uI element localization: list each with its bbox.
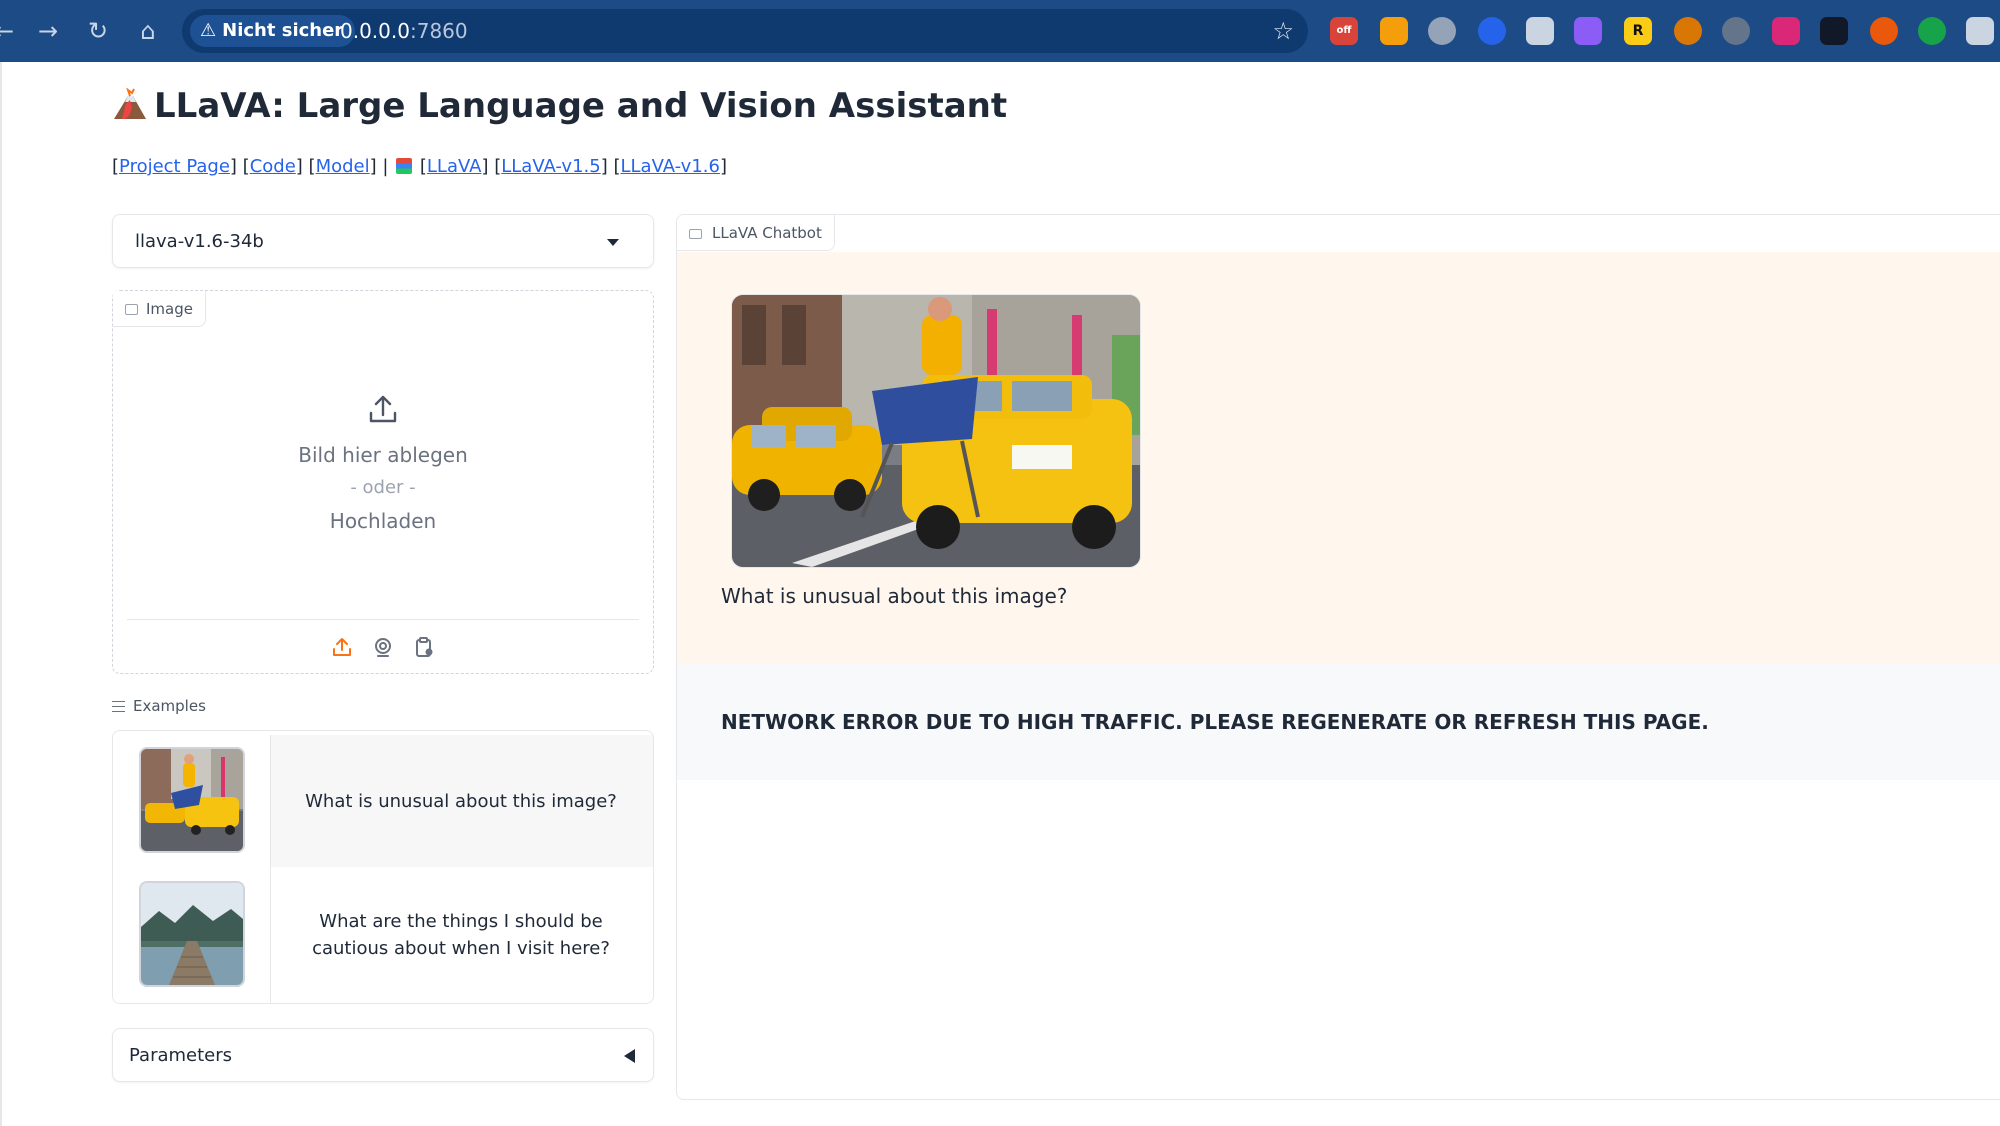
image-icon <box>125 304 138 315</box>
chatbot-panel: LLaVA Chatbot What is unusual about this… <box>676 214 2000 1100</box>
upload-text[interactable]: Hochladen <box>113 509 653 533</box>
reload-icon[interactable]: ↻ <box>82 15 114 47</box>
drop-here-text: Bild hier ablegen <box>298 443 468 467</box>
extension-camera-icon[interactable] <box>1526 17 1554 45</box>
parameters-label: Parameters <box>129 1045 233 1066</box>
chatbot-label: LLaVA Chatbot <box>677 215 835 251</box>
extension-cookie-icon[interactable] <box>1674 17 1702 45</box>
extension-stack-icon[interactable] <box>1820 17 1848 45</box>
extension-bracket-icon[interactable] <box>1772 17 1800 45</box>
list-icon <box>112 701 125 712</box>
link-model[interactable]: Model <box>316 156 370 177</box>
clipboard-source-icon[interactable] <box>412 635 436 659</box>
link-project-page[interactable]: Project Page <box>119 156 230 177</box>
image-block-label: Image <box>113 291 206 327</box>
extension-tie-icon[interactable] <box>1966 17 1994 45</box>
link-llava-v1-5[interactable]: LLaVA-v1.5 <box>501 156 600 177</box>
address-bar[interactable]: ⚠ Nicht sicher 0.0.0.0:7860 ☆ <box>182 9 1308 53</box>
lake-pier-photo-icon <box>139 881 245 987</box>
examples-table: What is unusual about this image? What a… <box>112 730 654 1004</box>
security-indicator[interactable]: ⚠ Nicht sicher <box>190 15 356 47</box>
parameters-accordion[interactable]: Parameters <box>112 1028 654 1082</box>
model-dropdown-value: llava-v1.6-34b <box>135 231 264 252</box>
or-text: - oder - <box>350 477 416 498</box>
collapse-arrow-icon <box>624 1049 635 1063</box>
volcano-icon <box>114 88 146 119</box>
browser-toolbar: ← → ↻ ⌂ ⚠ Nicht sicher 0.0.0.0:7860 ☆ off… <box>0 0 2000 62</box>
model-dropdown[interactable]: llava-v1.6-34b <box>112 214 654 268</box>
url-text[interactable]: 0.0.0.0:7860 <box>340 9 468 53</box>
extension-bird-icon[interactable] <box>1428 17 1456 45</box>
example-row[interactable]: What are the things I should be cautious… <box>113 867 653 1003</box>
example-text: What are the things I should be cautious… <box>312 911 610 959</box>
page-title: LLaVA: Large Language and Vision Assista… <box>112 86 1007 126</box>
user-message-text: What is unusual about this image? <box>721 584 1068 608</box>
extension-arc-icon[interactable] <box>1722 17 1750 45</box>
home-icon[interactable]: ⌂ <box>132 15 164 47</box>
examples-label: Examples <box>112 697 206 715</box>
link-llava[interactable]: LLaVA <box>427 156 482 177</box>
chat-bubble-icon <box>689 229 702 239</box>
books-icon <box>396 158 413 174</box>
divider <box>127 619 639 620</box>
forward-icon[interactable]: → <box>32 15 64 47</box>
example-thumb-cell <box>113 867 271 1003</box>
example-text: What is unusual about this image? <box>305 790 617 812</box>
extension-off-icon[interactable]: off <box>1330 17 1358 45</box>
upload-source-icon[interactable] <box>330 635 354 659</box>
example-thumb-cell <box>113 735 271 867</box>
extension-alien-icon[interactable] <box>1478 17 1506 45</box>
example-row[interactable]: What is unusual about this image? <box>113 735 653 867</box>
taxi-ironing-photo-icon <box>139 747 245 853</box>
bot-message: NETWORK ERROR DUE TO HIGH TRAFFIC. PLEAS… <box>677 664 2000 780</box>
link-code[interactable]: Code <box>250 156 296 177</box>
extension-tree-icon[interactable] <box>1918 17 1946 45</box>
back-icon[interactable]: ← <box>0 15 20 47</box>
links-row: [Project Page] [Code] [Model] | [LLaVA] … <box>112 156 727 177</box>
link-llava-v1-6[interactable]: LLaVA-v1.6 <box>621 156 720 177</box>
extension-purple-icon[interactable] <box>1574 17 1602 45</box>
bookmark-star-icon[interactable]: ☆ <box>1272 9 1294 53</box>
extension-r-icon[interactable]: R <box>1624 17 1652 45</box>
webcam-source-icon[interactable] <box>371 635 395 659</box>
bot-message-text: NETWORK ERROR DUE TO HIGH TRAFFIC. PLEAS… <box>721 710 1709 734</box>
extension-alert-icon[interactable] <box>1870 17 1898 45</box>
image-upload-dropzone[interactable]: Image Bild hier ablegen - oder - Hochlad… <box>112 290 654 674</box>
upload-icon <box>369 395 397 423</box>
image-source-selector <box>113 635 653 659</box>
warning-icon: ⚠ <box>200 20 217 41</box>
user-message: What is unusual about this image? <box>677 252 2000 664</box>
taxi-ironing-photo-icon[interactable] <box>731 294 1141 568</box>
chevron-down-icon <box>607 239 619 246</box>
extension-cube-icon[interactable] <box>1380 17 1408 45</box>
